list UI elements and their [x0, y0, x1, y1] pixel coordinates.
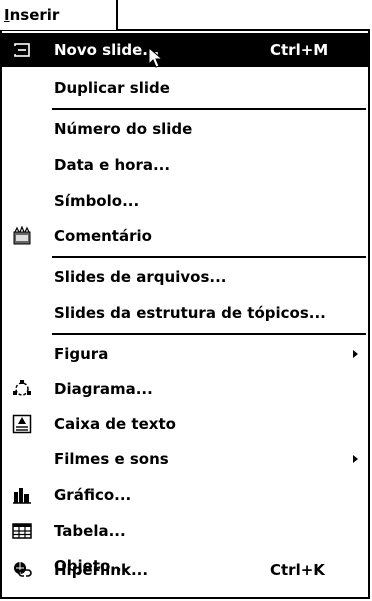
menu-item-diagrama[interactable]: Diagrama... — [2, 372, 368, 406]
menu-item-label: Slides da estrutura de tópicos... — [54, 304, 326, 322]
menu-item-novo-slide[interactable]: Novo slide... Ctrl+M — [2, 33, 368, 68]
submenu-arrow-icon — [353, 350, 358, 358]
menu-item-comentario[interactable]: Comentário — [2, 219, 368, 253]
menu-item-duplicar-slide[interactable]: Duplicar slide — [2, 71, 368, 105]
menu-item-simbolo[interactable]: Símbolo... — [2, 184, 368, 218]
submenu-arrow-icon — [353, 455, 358, 463]
menu-item-label: Gráfico... — [54, 486, 132, 504]
menu-item-label: Número do slide — [54, 120, 193, 138]
comment-icon — [13, 226, 31, 245]
menu-item-label: Data e hora... — [54, 156, 171, 174]
inserir-dropdown-menu: Novo slide... Ctrl+M Duplicar slide Núme… — [0, 29, 370, 599]
menu-separator — [52, 256, 366, 258]
menu-item-shortcut: Ctrl+K — [270, 561, 325, 579]
menu-item-label: Tabela... — [54, 522, 126, 540]
menu-item-caixa-texto[interactable]: Caixa de texto — [2, 407, 368, 441]
new-slide-icon — [13, 43, 30, 57]
menu-title: Inserir — [4, 6, 60, 24]
menu-item-label: Filmes e sons — [54, 450, 169, 468]
mouse-pointer-icon — [148, 47, 164, 68]
hyperlink-icon — [14, 562, 32, 577]
menu-item-figura[interactable]: Figura — [2, 337, 368, 371]
menu-separator — [52, 333, 366, 335]
menu-item-tabela[interactable]: Tabela... — [2, 514, 368, 548]
menu-item-numero-slide[interactable]: Número do slide — [2, 112, 368, 146]
chart-icon — [13, 488, 31, 504]
menu-item-slides-estrutura[interactable]: Slides da estrutura de tópicos... — [2, 296, 368, 330]
menu-item-label: Novo slide... — [54, 41, 160, 59]
text-box-icon — [12, 414, 32, 434]
menu-item-label: Símbolo... — [54, 192, 140, 210]
menu-item-label: Comentário — [54, 227, 152, 245]
menu-item-shortcut: Ctrl+M — [270, 41, 329, 59]
menu-item-label: Figura — [54, 345, 109, 363]
menu-item-slides-arquivos[interactable]: Slides de arquivos... — [2, 260, 368, 294]
menu-item-label: Duplicar slide — [54, 79, 170, 97]
menu-item-label: Hiperlink... — [54, 561, 149, 579]
menu-item-filmes-sons[interactable]: Filmes e sons — [2, 442, 368, 476]
diagram-icon — [13, 380, 31, 396]
menu-item-label: Caixa de texto — [54, 415, 176, 433]
menu-item-data-hora[interactable]: Data e hora... — [2, 148, 368, 182]
table-icon — [12, 523, 32, 539]
menu-item-label: Slides de arquivos... — [54, 268, 227, 286]
menu-item-label: Diagrama... — [54, 380, 153, 398]
menu-item-grafico[interactable]: Gráfico... — [2, 478, 368, 512]
menu-item-hiperlink[interactable]: Hiperlink... Ctrl+K — [2, 553, 368, 587]
menu-tab-inserir[interactable]: Inserir — [0, 0, 118, 30]
menu-separator — [52, 108, 366, 110]
